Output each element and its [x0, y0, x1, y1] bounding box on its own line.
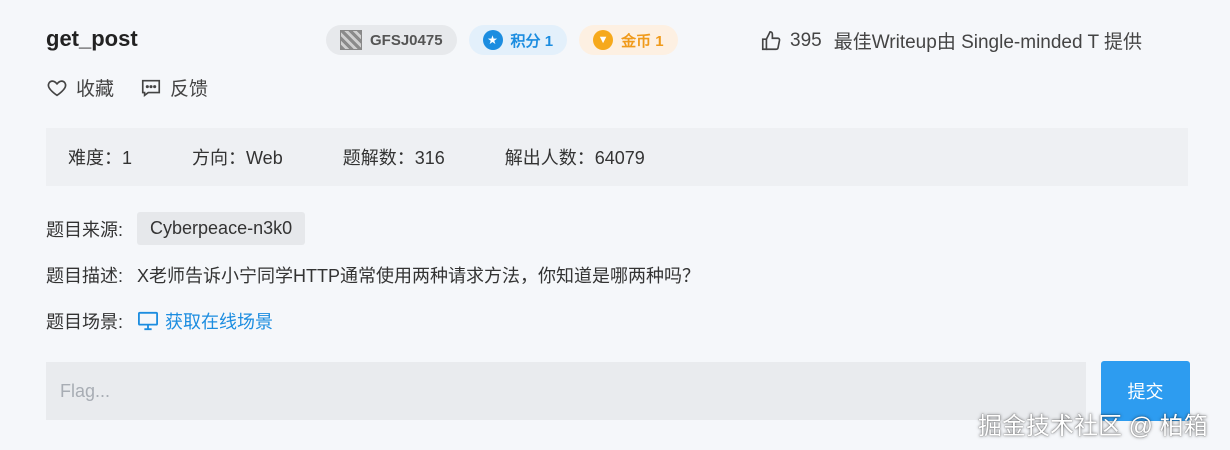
score-badge: ★ 积分 1 [468, 25, 568, 55]
get-scene-label: 获取在线场景 [165, 312, 274, 332]
coin-icon: ▼ [593, 30, 614, 50]
feedback-label: 反馈 [170, 79, 209, 100]
solver-count: 解出人数：64079 [504, 148, 645, 168]
favorite-button[interactable]: 收藏 [46, 74, 114, 101]
heart-icon [47, 79, 67, 96]
description-text: X老师告诉小宁同学HTTP通常使用两种请求方法，你知道是哪两种吗？ [137, 266, 701, 286]
source-tag: Cyberpeace-n3k0 [137, 212, 306, 245]
like-count: 395 [790, 29, 822, 51]
flag-input[interactable] [46, 362, 1086, 420]
description-row: 题目描述: X老师告诉小宁同学HTTP通常使用两种请求方法，你知道是哪两种吗？ [46, 262, 700, 288]
likes-area: 395 最佳Writeup由 Single-minded T 提供 [760, 27, 1142, 54]
scene-label: 题目场景: [46, 312, 124, 332]
coin-value: 金币 1 [621, 32, 664, 50]
challenge-title: get_post [46, 26, 138, 51]
challenge-avatar-icon [340, 30, 362, 50]
favorite-label: 收藏 [76, 79, 115, 100]
challenge-id: GFSJ0475 [370, 31, 443, 49]
feedback-button[interactable]: 反馈 [140, 74, 208, 101]
challenge-id-badge: GFSJ0475 [326, 25, 457, 55]
direction: 方向：Web [192, 148, 283, 168]
thumbs-up-icon[interactable] [760, 30, 782, 52]
comment-icon [141, 79, 161, 97]
writeup-credit[interactable]: 最佳Writeup由 Single-minded T 提供 [834, 27, 1142, 54]
get-scene-link[interactable]: 获取在线场景 [137, 308, 273, 334]
source-label: 题目来源: [46, 219, 124, 240]
star-icon: ★ [482, 30, 503, 50]
action-bar: 收藏 反馈 [46, 74, 208, 101]
score-value: 积分 1 [510, 32, 554, 50]
scene-row: 题目场景: 获取在线场景 [46, 308, 273, 334]
solve-count: 题解数：316 [342, 148, 445, 168]
badge-group: GFSJ0475 ★ 积分 1 ▼ 金币 1 [326, 25, 678, 55]
coin-badge: ▼ 金币 1 [579, 25, 678, 55]
description-label: 题目描述: [46, 266, 124, 286]
info-panel: 难度：1 方向：Web 题解数：316 解出人数：64079 [46, 128, 1188, 186]
source-row: 题目来源: Cyberpeace-n3k0 [46, 212, 306, 245]
challenge-page: get_post GFSJ0475 ★ 积分 1 ▼ 金币 1 395 最佳Wr… [0, 0, 1230, 450]
difficulty: 难度：1 [68, 148, 133, 168]
monitor-icon [138, 311, 159, 331]
watermark: 掘金技术社区 @ 柏箱 [978, 413, 1208, 440]
